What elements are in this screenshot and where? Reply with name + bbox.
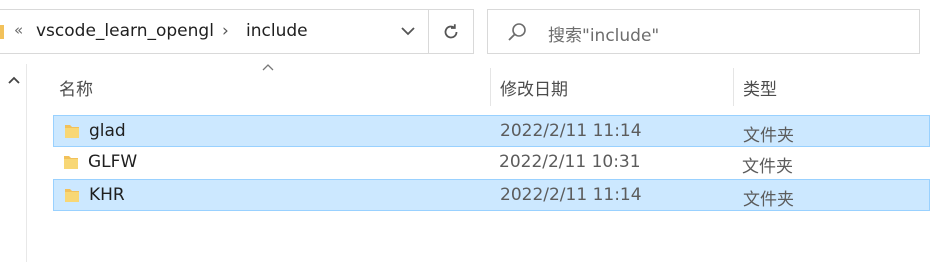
- overflow-chevron-icon[interactable]: «: [14, 21, 23, 39]
- column-divider[interactable]: [490, 68, 491, 106]
- search-input[interactable]: 搜索"include": [487, 9, 920, 54]
- folder-icon: [65, 189, 79, 202]
- folder-icon: [64, 156, 78, 169]
- column-header-name[interactable]: 名称: [59, 75, 93, 100]
- file-type: 文件夹: [743, 126, 794, 146]
- chevron-down-icon: [401, 27, 415, 36]
- refresh-icon: [444, 23, 458, 38]
- scroll-up-icon: [8, 76, 20, 84]
- file-row-khr[interactable]: KHR 2022/2/11 11:14 文件夹: [53, 179, 930, 211]
- file-row-glfw[interactable]: GLFW 2022/2/11 10:31 文件夹: [53, 147, 930, 179]
- file-name: KHR: [89, 185, 125, 205]
- file-modified: 2022/2/11 11:14: [500, 185, 642, 205]
- column-divider[interactable]: [733, 68, 734, 106]
- file-modified: 2022/2/11 10:31: [499, 152, 641, 172]
- sort-up-icon: [262, 64, 274, 71]
- nav-pane-divider: [26, 64, 27, 262]
- folder-icon: [65, 125, 79, 138]
- file-row-glad[interactable]: glad 2022/2/11 11:14 文件夹: [53, 115, 930, 147]
- breadcrumb-separator-icon[interactable]: ›: [222, 21, 229, 41]
- refresh-button[interactable]: [429, 10, 473, 53]
- scroll-up-button[interactable]: [4, 70, 24, 90]
- folder-icon: [0, 25, 4, 39]
- column-header-type[interactable]: 类型: [743, 75, 777, 100]
- breadcrumb-include[interactable]: include: [246, 21, 308, 41]
- address-history-dropdown[interactable]: [388, 10, 428, 53]
- file-modified: 2022/2/11 11:14: [500, 121, 642, 141]
- address-bar[interactable]: « vscode_learn_opengl › include: [0, 9, 474, 54]
- column-header-modified[interactable]: 修改日期: [500, 75, 568, 100]
- file-type: 文件夹: [743, 190, 794, 210]
- search-icon: [508, 23, 526, 41]
- file-name: GLFW: [88, 152, 138, 172]
- file-name: glad: [89, 121, 126, 141]
- breadcrumb-vscode-learn-opengl[interactable]: vscode_learn_opengl: [36, 21, 214, 41]
- file-type: 文件夹: [742, 157, 793, 177]
- search-placeholder: 搜索"include": [548, 26, 660, 46]
